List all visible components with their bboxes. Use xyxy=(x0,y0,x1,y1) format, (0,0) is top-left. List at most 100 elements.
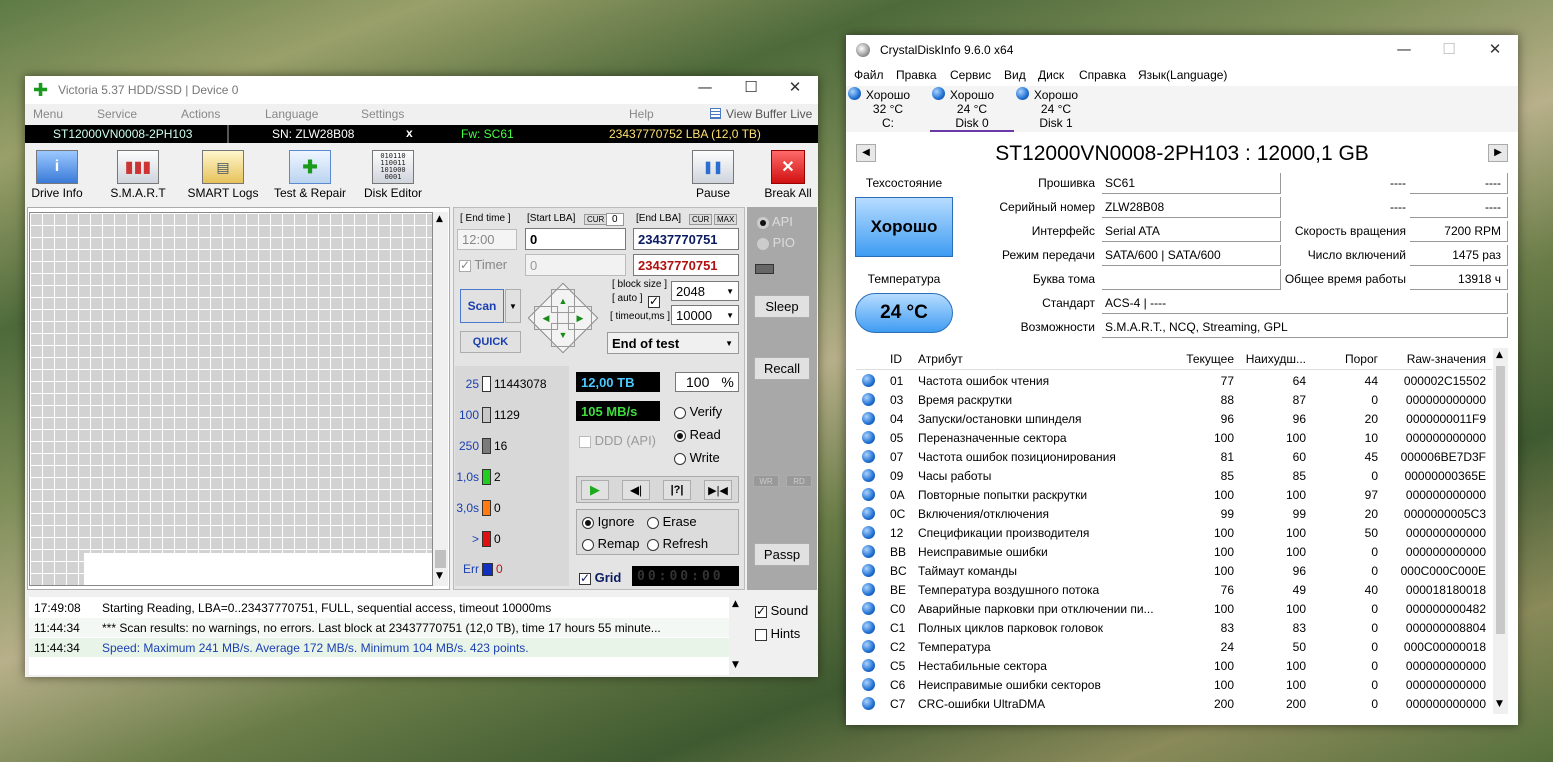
menu-service[interactable]: Сервис xyxy=(950,68,991,82)
scroll-down-icon[interactable]: ▼ xyxy=(1496,699,1503,709)
remap-radio[interactable]: Remap xyxy=(582,536,640,551)
play-button[interactable]: ▶ xyxy=(581,480,609,500)
quick-button[interactable]: QUICK xyxy=(460,331,521,353)
scan-dropdown-icon[interactable]: ▼ xyxy=(505,289,521,323)
grid-checkbox[interactable]: Grid xyxy=(579,570,621,585)
menu-help[interactable]: Справка xyxy=(1079,68,1126,82)
drive-info-button[interactable]: i Drive Info xyxy=(28,146,86,200)
timer-checkbox[interactable]: Timer xyxy=(459,257,507,272)
ignore-radio[interactable]: Ignore xyxy=(582,514,635,529)
menu-service[interactable]: Service xyxy=(97,107,137,121)
random-button[interactable]: |?| xyxy=(663,480,691,500)
col-threshold-header[interactable]: Порог xyxy=(1314,348,1378,370)
menu-edit[interactable]: Правка xyxy=(896,68,937,82)
passp-button[interactable]: Passp xyxy=(754,543,810,566)
col-attribute-header[interactable]: Атрибут xyxy=(918,348,1158,370)
pause-button[interactable]: ❚❚ Pause xyxy=(690,146,736,200)
rewind-button[interactable]: ◀| xyxy=(622,480,650,500)
api-radio[interactable]: API xyxy=(757,214,793,229)
break-all-button[interactable]: ✕ Break All xyxy=(761,146,815,200)
scroll-up-icon[interactable]: ▲ xyxy=(1496,350,1503,360)
scan-map-scrollbar[interactable]: ▲ ▼ xyxy=(433,212,448,586)
pio-radio[interactable]: PIO xyxy=(757,235,795,250)
scroll-up-icon[interactable]: ▲ xyxy=(732,599,739,609)
max-button[interactable]: MAX xyxy=(714,214,738,225)
start-lba-input[interactable]: 0 xyxy=(525,228,626,250)
end-lba-input[interactable]: 23437770751 xyxy=(633,228,739,250)
refresh-radio[interactable]: Refresh xyxy=(647,536,708,551)
col-raw-header[interactable]: Raw-значения xyxy=(1386,348,1486,370)
table-row[interactable]: 09 Часы работы 85 85 0 00000000365E xyxy=(856,466,1492,485)
erase-radio[interactable]: Erase xyxy=(647,514,697,529)
table-row[interactable]: 0A Повторные попытки раскрутки 100 100 97 000… xyxy=(856,485,1492,504)
end-lba-limit-input[interactable]: 23437770751 xyxy=(633,254,739,276)
table-row[interactable]: 04 Запуски/остановки шпинделя 96 96 20 000000… xyxy=(856,409,1492,428)
table-row[interactable]: 12 Спецификации производителя 100 100 50 0000… xyxy=(856,523,1492,542)
arrow-down-icon[interactable]: ▼ xyxy=(551,322,575,347)
next-disk-button[interactable]: ▶ xyxy=(1488,144,1508,162)
menu-settings[interactable]: Settings xyxy=(361,107,404,121)
col-current-header[interactable]: Текущее xyxy=(1168,348,1234,370)
menu-language[interactable]: Language xyxy=(265,107,318,121)
verify-radio[interactable]: Verify xyxy=(674,404,722,419)
cur-button[interactable]: CUR xyxy=(584,214,608,225)
table-row[interactable]: C2 Температура 24 50 0 000C00000018 xyxy=(856,637,1492,656)
sleep-button[interactable]: Sleep xyxy=(754,295,810,318)
table-row[interactable]: 07 Частота ошибок позиционирования 81 60 45 0… xyxy=(856,447,1492,466)
table-row[interactable]: BC Таймаут команды 100 96 0 000C000C000E xyxy=(856,561,1492,580)
disk-tab-0[interactable]: Хорошо 24 °C Disk 0 xyxy=(930,86,1014,132)
minimize-icon[interactable]: — xyxy=(682,78,728,96)
end-time-input[interactable]: 12:00 xyxy=(457,229,517,250)
menu-menu[interactable]: Menu xyxy=(33,107,63,121)
maximize-icon[interactable]: ☐ xyxy=(728,78,774,96)
table-row[interactable]: 05 Переназначенные сектора 100 100 10 0000000… xyxy=(856,428,1492,447)
table-row[interactable]: 01 Частота ошибок чтения 77 64 44 000002C1550… xyxy=(856,371,1492,390)
close-icon[interactable]: ✕ xyxy=(772,78,818,96)
ddd-api-checkbox[interactable]: DDD (API) xyxy=(579,433,656,448)
info-x-button[interactable]: x xyxy=(406,126,413,140)
sound-checkbox[interactable]: Sound xyxy=(755,603,808,618)
scroll-thumb[interactable] xyxy=(435,550,446,568)
scroll-thumb[interactable] xyxy=(1496,366,1505,634)
prev-disk-button[interactable]: ◀ xyxy=(856,144,876,162)
disk-editor-button[interactable]: 010110 110011 101000 0001 Disk Editor xyxy=(361,146,425,200)
auto-checkbox[interactable] xyxy=(648,293,660,308)
write-radio[interactable]: Write xyxy=(674,450,720,465)
test-repair-button[interactable]: ✚ Test & Repair xyxy=(271,146,349,200)
scan-button[interactable]: Scan xyxy=(460,289,504,323)
table-row[interactable]: 0C Включения/отключения 99 99 20 0000000005C3 xyxy=(856,504,1492,523)
timer-input[interactable]: 0 xyxy=(525,254,626,276)
table-row[interactable]: C5 Нестабильные сектора 100 100 0 00000000000… xyxy=(856,656,1492,675)
timeout-select[interactable]: 10000 ▼ xyxy=(671,305,739,325)
minimize-icon[interactable]: — xyxy=(1381,40,1427,58)
log-scrollbar[interactable]: ▲ ▼ xyxy=(729,597,744,675)
col-id-header[interactable]: ID xyxy=(890,348,910,370)
col-worst-header[interactable]: Наихудш... xyxy=(1240,348,1306,370)
read-radio[interactable]: Read xyxy=(674,427,721,442)
disk-tab-c[interactable]: Хорошо 32 °C C: xyxy=(846,86,930,132)
hints-checkbox[interactable]: Hints xyxy=(755,626,800,641)
table-scrollbar[interactable]: ▲ ▼ xyxy=(1493,348,1508,714)
menu-view[interactable]: Вид xyxy=(1004,68,1026,82)
table-row[interactable]: BB Неисправимые ошибки 100 100 0 000000000000 xyxy=(856,542,1492,561)
end-of-test-select[interactable]: End of test ▼ xyxy=(607,332,739,354)
table-row[interactable]: C7 CRC-ошибки UltraDMA 200 200 0 000000000000 xyxy=(856,694,1492,713)
scroll-down-icon[interactable]: ▼ xyxy=(436,571,443,581)
smart-button[interactable]: ▮▮▮ S.M.A.R.T xyxy=(105,146,171,200)
table-row[interactable]: BE Температура воздушного потока 76 49 40 000… xyxy=(856,580,1492,599)
scroll-up-icon[interactable]: ▲ xyxy=(436,214,443,224)
close-icon[interactable]: ✕ xyxy=(1472,40,1518,58)
block-size-select[interactable]: 2048 ▼ xyxy=(671,281,739,301)
menu-language[interactable]: Язык(Language) xyxy=(1138,68,1227,82)
disk-tab-1[interactable]: Хорошо 24 °C Disk 1 xyxy=(1014,86,1098,132)
menu-help[interactable]: Help xyxy=(629,107,654,121)
recall-button[interactable]: Recall xyxy=(754,357,810,380)
table-row[interactable]: 03 Время раскрутки 88 87 0 000000000000 xyxy=(856,390,1492,409)
table-row[interactable]: C1 Полных циклов парковок головок 83 83 0 000… xyxy=(856,618,1492,637)
smart-logs-button[interactable]: ▤ SMART Logs xyxy=(186,146,260,200)
cur2-button[interactable]: CUR xyxy=(689,214,713,225)
view-buffer-live[interactable]: View Buffer Live xyxy=(726,107,812,121)
scroll-down-icon[interactable]: ▼ xyxy=(732,660,739,670)
menu-file[interactable]: Файл xyxy=(854,68,884,82)
butterfly-button[interactable]: ▶|◀ xyxy=(704,480,732,500)
